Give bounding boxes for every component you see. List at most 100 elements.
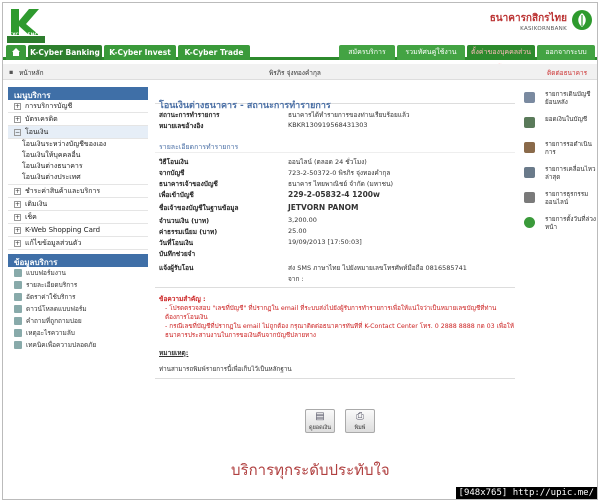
print-button[interactable]: ⎙ พิมพ์ [345, 409, 375, 433]
detail-row-date: วันที่โอนเงิน 19/09/2013 [17:50:03] [155, 238, 515, 249]
expand-icon: + [14, 226, 21, 234]
sidebar-item-label: บัตรเครดิต [25, 115, 58, 123]
status-label: สถานะการทำรายการ [159, 111, 220, 119]
sidebar-item-payment[interactable]: + ชำระค่าสินค้าและบริการ [8, 185, 148, 198]
reference-value: KBKR130919568431303 [288, 121, 368, 129]
sidebar-item-kweb-shopping[interactable]: + K-Web Shopping Card [8, 224, 148, 237]
fee-icon [14, 293, 22, 301]
online-icon [524, 192, 535, 203]
detail-value: ออนไลน์ (ตลอด 24 ชั่วโมง) [288, 158, 367, 166]
info-item-fees[interactable]: อัตราค่าใช้บริการ [8, 291, 148, 303]
tab-k-cyber-invest[interactable]: K-Cyber Invest [104, 45, 176, 60]
tab-personal-settings[interactable]: ตั้งค่าของบุคคลส่วนตัว [467, 45, 535, 71]
quick-link-statement[interactable]: รายการเดินบัญชีย้อนหลัง [524, 91, 596, 116]
important-note-1: - โปรดตรวจสอบ "เลขที่บัญชี" ที่ปรากฏใน e… [165, 305, 497, 321]
remark-text: ท่านสามารถพิมพ์รายการนี้เพื่อเก็บไว้เป็น… [155, 364, 515, 379]
sidebar-item-accounts[interactable]: + การบริการบัญชี [8, 100, 148, 113]
info-item-label: เทคนิคเพื่อความปลอดภัย [26, 341, 97, 349]
statement-icon [524, 92, 535, 103]
sidebar-sub-other-bank[interactable]: โอนเงินต่างธนาคาร [8, 161, 148, 172]
sidebar-item-profile[interactable]: + แก้ไขข้อมูลส่วนตัว [8, 237, 148, 250]
logged-in-user: พิรภิร จุ่งทองคำกุล [269, 69, 321, 77]
tab-register[interactable]: สมัครบริการ [339, 45, 395, 60]
sidebar-sub-other-person[interactable]: โอนเงินให้บุคคลอื่น [8, 150, 148, 161]
info-item-label: คำถามที่ถูกถามบ่อย [26, 317, 82, 325]
info-item-forms[interactable]: แบบฟอร์มงาน [8, 267, 148, 279]
sidebar-item-topup[interactable]: + เติมเงิน [8, 198, 148, 211]
document-icon [14, 269, 22, 277]
question-icon [14, 317, 22, 325]
contact-bank-link[interactable]: ติดต่อธนาคาร [547, 68, 587, 78]
detail-value: ส่ง SMS ภาษาไทย ไปยังหมายเลขโทรศัพท์มือถ… [288, 264, 467, 272]
quick-link-label: รายการเคลื่อนไหวล่าสุด [545, 166, 596, 181]
sidebar-item-label: ชำระค่าสินค้าและบริการ [25, 187, 101, 195]
remark-title: หมายเหตุ: [159, 349, 189, 357]
info-item-download[interactable]: ดาวน์โหลดแบบฟอร์ม [8, 303, 148, 315]
tab-k-cyber-banking[interactable]: K-Cyber Banking [28, 45, 102, 60]
sidebar-item-label: K-Web Shopping Card [25, 226, 101, 234]
quick-link-label: รายการเดินบัญชีย้อนหลัง [545, 91, 591, 106]
info-icon [14, 281, 22, 289]
collapse-icon: − [14, 128, 21, 136]
view-balance-button[interactable]: ▤ ดูยอดเงิน [305, 409, 335, 433]
quick-links-panel: รายการเดินบัญชีย้อนหลัง ยอดเงินในบัญชี ร… [524, 91, 596, 241]
detail-section-title: รายละเอียดการทำรายการ [155, 142, 515, 153]
detail-value: 3,200.00 [288, 216, 317, 224]
home-tab[interactable] [6, 45, 26, 60]
watermark: [948x765] http://upic.me/ [455, 487, 597, 499]
detail-key: เพื่อเข้าบัญชี [159, 191, 194, 199]
print-label: พิมพ์ [354, 425, 366, 431]
detail-value: จาก : [288, 275, 304, 283]
sidebar-sub-overseas[interactable]: โอนเงินต่างประเทศ [8, 172, 148, 185]
download-icon [14, 305, 22, 313]
detail-value: ธนาคาร ไทยพาณิชย์ จำกัด (มหาชน) [288, 180, 394, 188]
quick-link-online[interactable]: รายการธุรกรรมออนไลน์ [524, 191, 596, 216]
pending-icon [524, 142, 535, 153]
reference-label: หมายเลขอ้างอิง [159, 122, 204, 130]
info-item-privacy[interactable]: เหตุอะไรความลับ [8, 327, 148, 339]
quick-link-scheduled[interactable]: รายการตั้งวันที่ล่วงหน้า [524, 216, 596, 241]
info-item-label: ดาวน์โหลดแบบฟอร์ม [26, 305, 87, 313]
sidebar-item-cheque[interactable]: + เช็ค [8, 211, 148, 224]
tab-user-guide[interactable]: รวมทัศนคู่ใช้งาน [397, 45, 465, 60]
expand-icon: + [14, 239, 21, 247]
detail-key: จากบัญชี [159, 169, 185, 177]
quick-link-pending[interactable]: รายการรอดำเนินการ [524, 141, 596, 166]
main-nav: K-Cyber Banking K-Cyber Invest K-Cyber T… [3, 45, 597, 71]
bank-name: ธนาคารกสิกรไทย KASIKORNBANK [490, 11, 567, 32]
quick-link-recent[interactable]: รายการเคลื่อนไหวล่าสุด [524, 166, 596, 191]
tab-k-cyber-trade[interactable]: K-Cyber Trade [178, 45, 250, 60]
important-note-title: ข้อความสำคัญ : [159, 295, 206, 303]
quick-link-balance[interactable]: ยอดเงินในบัญชี [524, 116, 596, 141]
sidebar-item-transfer[interactable]: − โอนเงิน [8, 126, 148, 139]
info-item-label: แบบฟอร์มงาน [26, 269, 66, 277]
detail-value: 25.00 [288, 227, 307, 235]
status-row: สถานะการทำรายการ ธนาคารได้ทำรายการของท่า… [155, 110, 515, 121]
slogan: บริการทุกระดับประทับใจ [231, 461, 390, 479]
info-item-faq[interactable]: คำถามที่ถูกถามบ่อย [8, 315, 148, 327]
shield-icon [14, 341, 22, 349]
breadcrumb: ▪ หน้าหลัก พิรภิร จุ่งทองคำกุล ติดต่อธนา… [3, 64, 597, 80]
detail-row-memo: บันทึกช่วยจำ [155, 249, 515, 263]
detail-row-notify: แจ้งผู้รับโอน ส่ง SMS ภาษาไทย ไปยังหมายเล… [155, 263, 515, 274]
breadcrumb-home[interactable]: หน้าหลัก [19, 68, 44, 78]
detail-key: ธนาคารเจ้าของบัญชี [159, 180, 218, 188]
printer-icon: ⎙ [356, 411, 364, 422]
home-bullet-icon: ▪ [9, 68, 14, 76]
detail-row-from-sender: จาก : [155, 274, 515, 288]
quick-link-label: ยอดเงินในบัญชี [545, 116, 588, 123]
bank-name-thai: ธนาคารกสิกรไทย [489, 13, 567, 24]
detail-value: 229-2-05832-4 1200w [288, 190, 380, 199]
lock-icon [14, 329, 22, 337]
detail-key: วันที่โอนเงิน [159, 239, 194, 247]
sidebar-sub-own-accounts[interactable]: โอนเงินระหว่างบัญชีของเอง [8, 139, 148, 150]
tab-logout[interactable]: ออกจากระบบ [537, 45, 595, 60]
sidebar-item-label: เติมเงิน [25, 200, 48, 208]
info-item-details[interactable]: รายละเอียดบริการ [8, 279, 148, 291]
detail-row-fee: ค่าธรรมเนียม (บาท) 25.00 [155, 227, 515, 238]
calendar-icon [524, 217, 535, 228]
detail-key: แจ้งผู้รับโอน [159, 264, 194, 272]
info-item-security-tips[interactable]: เทคนิคเพื่อความปลอดภัย [8, 339, 148, 351]
detail-key: ค่าธรรมเนียม (บาท) [159, 228, 218, 236]
sidebar-item-credit-card[interactable]: + บัตรเครดิต [8, 113, 148, 126]
